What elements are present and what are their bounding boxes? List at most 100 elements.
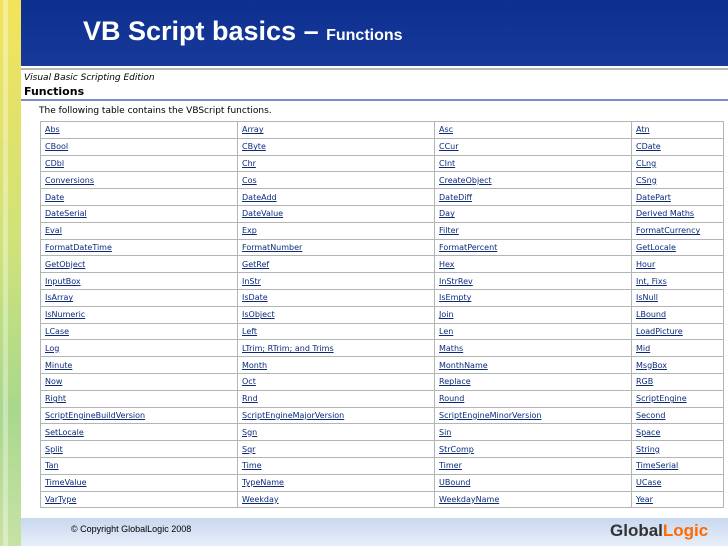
- function-link[interactable]: FormatCurrency: [631, 221, 724, 240]
- function-link[interactable]: Int, Fixs: [631, 272, 724, 290]
- function-link[interactable]: Mid: [631, 339, 724, 358]
- function-link[interactable]: Rnd: [237, 389, 435, 408]
- function-link[interactable]: Hour: [631, 255, 724, 274]
- function-link[interactable]: Right: [40, 389, 238, 408]
- function-link[interactable]: MonthName: [434, 356, 632, 374]
- table-row: Now Oct Replace RGB: [40, 372, 724, 391]
- function-link[interactable]: InputBox: [40, 272, 238, 290]
- function-link[interactable]: UBound: [434, 473, 632, 492]
- function-link[interactable]: Exp: [237, 221, 435, 240]
- function-link[interactable]: Split: [40, 440, 238, 458]
- function-link[interactable]: Weekday: [237, 490, 435, 509]
- function-link[interactable]: Log: [40, 339, 238, 358]
- function-link[interactable]: CLng: [631, 154, 724, 173]
- function-link[interactable]: WeekdayName: [434, 490, 632, 509]
- function-link[interactable]: Minute: [40, 356, 238, 374]
- function-link[interactable]: CInt: [434, 154, 632, 173]
- function-link[interactable]: Round: [434, 389, 632, 408]
- function-link[interactable]: RGB: [631, 372, 724, 391]
- function-link[interactable]: Hex: [434, 255, 632, 274]
- function-link[interactable]: VarType: [40, 490, 238, 509]
- function-link[interactable]: DateAdd: [237, 188, 435, 206]
- function-link[interactable]: GetLocale: [631, 238, 724, 257]
- function-link[interactable]: StrComp: [434, 440, 632, 458]
- function-link[interactable]: Timer: [434, 456, 632, 475]
- function-link[interactable]: DateDiff: [434, 188, 632, 206]
- function-link[interactable]: DateValue: [237, 204, 435, 223]
- function-link[interactable]: TimeValue: [40, 473, 238, 492]
- table-row: SetLocale Sgn Sin Space: [40, 423, 724, 442]
- function-link[interactable]: LCase: [40, 322, 238, 341]
- function-link[interactable]: IsNumeric: [40, 305, 238, 324]
- function-link[interactable]: InStr: [237, 272, 435, 290]
- function-link[interactable]: CCur: [434, 137, 632, 156]
- function-link[interactable]: ScriptEngineBuildVersion: [40, 406, 238, 425]
- function-link[interactable]: Array: [237, 121, 435, 139]
- function-link[interactable]: Time: [237, 456, 435, 475]
- function-link[interactable]: IsObject: [237, 305, 435, 324]
- function-link[interactable]: CBool: [40, 137, 238, 156]
- function-link[interactable]: Sgn: [237, 423, 435, 442]
- function-link[interactable]: GetRef: [237, 255, 435, 274]
- function-link[interactable]: Oct: [237, 372, 435, 391]
- function-link[interactable]: Join: [434, 305, 632, 324]
- function-link[interactable]: DatePart: [631, 188, 724, 206]
- function-link[interactable]: Day: [434, 204, 632, 223]
- function-link[interactable]: Cos: [237, 171, 435, 190]
- function-link[interactable]: Chr: [237, 154, 435, 173]
- function-link[interactable]: SetLocale: [40, 423, 238, 442]
- function-link[interactable]: Year: [631, 490, 724, 509]
- function-link[interactable]: InStrRev: [434, 272, 632, 290]
- function-link[interactable]: FormatPercent: [434, 238, 632, 257]
- copyright-symbol: ©: [71, 524, 78, 534]
- function-link[interactable]: FormatDateTime: [40, 238, 238, 257]
- function-link[interactable]: Asc: [434, 121, 632, 139]
- table-row: CDbl Chr CInt CLng: [40, 154, 724, 173]
- function-link[interactable]: Replace: [434, 372, 632, 391]
- function-link[interactable]: Filter: [434, 221, 632, 240]
- function-link[interactable]: String: [631, 440, 724, 458]
- function-link[interactable]: TimeSerial: [631, 456, 724, 475]
- function-link[interactable]: Date: [40, 188, 238, 206]
- function-link[interactable]: IsEmpty: [434, 288, 632, 307]
- table-row: IsArray IsDate IsEmpty IsNull: [40, 288, 724, 307]
- function-link[interactable]: Len: [434, 322, 632, 341]
- function-link[interactable]: Derived Maths: [631, 204, 724, 223]
- function-link[interactable]: ScriptEngineMajorVersion: [237, 406, 435, 425]
- function-link[interactable]: Space: [631, 423, 724, 442]
- function-link[interactable]: LBound: [631, 305, 724, 324]
- function-link[interactable]: Month: [237, 356, 435, 374]
- function-link[interactable]: Sqr: [237, 440, 435, 458]
- function-link[interactable]: FormatNumber: [237, 238, 435, 257]
- function-link[interactable]: IsArray: [40, 288, 238, 307]
- function-link[interactable]: GetObject: [40, 255, 238, 274]
- function-link[interactable]: IsDate: [237, 288, 435, 307]
- function-link[interactable]: Now: [40, 372, 238, 391]
- copyright-text: Copyright GlobalLogic 2008: [77, 524, 192, 534]
- function-link[interactable]: Second: [631, 406, 724, 425]
- function-link[interactable]: CSng: [631, 171, 724, 190]
- function-link[interactable]: CreateObject: [434, 171, 632, 190]
- function-link[interactable]: ScriptEngineMinorVersion: [434, 406, 632, 425]
- function-link[interactable]: ScriptEngine: [631, 389, 724, 408]
- function-link[interactable]: TypeName: [237, 473, 435, 492]
- copyright: © Copyright GlobalLogic 2008: [71, 524, 191, 534]
- function-link[interactable]: IsNull: [631, 288, 724, 307]
- function-link[interactable]: Eval: [40, 221, 238, 240]
- function-link[interactable]: LTrim; RTrim; and Trims: [237, 339, 435, 358]
- function-link[interactable]: CDate: [631, 137, 724, 156]
- function-link[interactable]: CDbl: [40, 154, 238, 173]
- function-link[interactable]: MsgBox: [631, 356, 724, 374]
- function-link[interactable]: Sin: [434, 423, 632, 442]
- function-link[interactable]: Atn: [631, 121, 724, 139]
- function-link[interactable]: Conversions: [40, 171, 238, 190]
- function-link[interactable]: Tan: [40, 456, 238, 475]
- function-link[interactable]: Maths: [434, 339, 632, 358]
- function-link[interactable]: UCase: [631, 473, 724, 492]
- function-link[interactable]: Abs: [40, 121, 238, 139]
- function-link[interactable]: CByte: [237, 137, 435, 156]
- function-link[interactable]: LoadPicture: [631, 322, 724, 341]
- function-link[interactable]: Left: [237, 322, 435, 341]
- table-row: Right Rnd Round ScriptEngine: [40, 389, 724, 408]
- function-link[interactable]: DateSerial: [40, 204, 238, 223]
